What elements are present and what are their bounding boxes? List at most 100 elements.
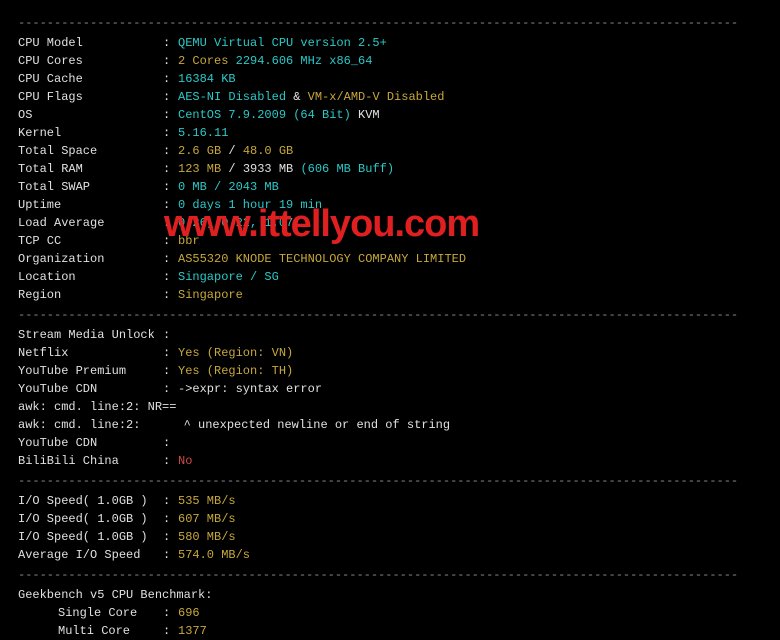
row-label: Total RAM — [18, 160, 163, 178]
row-label: TCP CC — [18, 232, 163, 250]
row-label: Multi Core — [58, 622, 163, 640]
info-row: Kernel: 5.16.11 — [18, 124, 762, 142]
info-row: BiliBili China: No — [18, 452, 762, 470]
info-row: Average I/O Speed: 574.0 MB/s — [18, 546, 762, 564]
info-row: Single Core: 696 — [18, 604, 762, 622]
row-value: 2294.606 MHz x86_64 — [228, 54, 372, 68]
info-row: Total SWAP: 0 MB / 2043 MB — [18, 178, 762, 196]
colon: : — [163, 178, 178, 196]
row-label: Average I/O Speed — [18, 546, 163, 564]
row-value: 0 MB / 2043 MB — [178, 180, 279, 194]
info-row: TCP CC: bbr — [18, 232, 762, 250]
row-value: / — [221, 144, 243, 158]
row-value: 48.0 GB — [243, 144, 293, 158]
row-value: 580 MB/s — [178, 530, 236, 544]
info-row: CPU Model: QEMU Virtual CPU version 2.5+ — [18, 34, 762, 52]
colon: : — [163, 268, 178, 286]
awk-error: awk: cmd. line:2: ^ unexpected newline o… — [18, 416, 762, 434]
colon: : — [163, 344, 178, 362]
row-label: Netflix — [18, 344, 163, 362]
colon: : — [163, 362, 178, 380]
divider: ----------------------------------------… — [18, 14, 762, 32]
row-label: CPU Flags — [18, 88, 163, 106]
colon: : — [163, 70, 178, 88]
row-value: 535 MB/s — [178, 494, 236, 508]
colon: : — [163, 34, 178, 52]
colon: : — [163, 160, 178, 178]
colon: : — [163, 214, 178, 232]
geekbench-header: Geekbench v5 CPU Benchmark: — [18, 586, 762, 604]
colon: : — [163, 546, 178, 564]
colon: : — [163, 434, 178, 452]
row-value: VM-x/AMD-V Disabled — [308, 90, 445, 104]
divider: ----------------------------------------… — [18, 566, 762, 584]
row-label: YouTube CDN — [18, 380, 163, 398]
row-value: QEMU Virtual CPU version 2.5+ — [178, 36, 387, 50]
colon: : — [163, 380, 178, 398]
row-value: 696 — [178, 606, 200, 620]
colon: : — [163, 232, 178, 250]
row-label: Kernel — [18, 124, 163, 142]
row-value: 0 days 1 hour 19 min — [178, 198, 322, 212]
divider: ----------------------------------------… — [18, 472, 762, 490]
row-label: CPU Cores — [18, 52, 163, 70]
row-value: 0.26, 0.22, 1.07 — [178, 216, 293, 230]
info-row: Total RAM: 123 MB / 3933 MB (606 MB Buff… — [18, 160, 762, 178]
row-label: YouTube CDN — [18, 434, 163, 452]
row-label: CPU Model — [18, 34, 163, 52]
row-value: CentOS 7.9.2009 (64 Bit) — [178, 108, 358, 122]
info-row: Region: Singapore — [18, 286, 762, 304]
info-row: Netflix: Yes (Region: VN) — [18, 344, 762, 362]
row-label: I/O Speed( 1.0GB ) — [18, 492, 163, 510]
info-row: Total Space: 2.6 GB / 48.0 GB — [18, 142, 762, 160]
row-label: Stream Media Unlock — [18, 326, 163, 344]
info-row: YouTube Premium: Yes (Region: TH) — [18, 362, 762, 380]
colon: : — [163, 622, 178, 640]
row-label: Uptime — [18, 196, 163, 214]
row-value: KVM — [358, 108, 380, 122]
info-row: Load Average: 0.26, 0.22, 1.07 — [18, 214, 762, 232]
info-row: Organization: AS55320 KNODE TECHNOLOGY C… — [18, 250, 762, 268]
colon: : — [163, 196, 178, 214]
colon: : — [163, 492, 178, 510]
colon: : — [163, 88, 178, 106]
row-label: Load Average — [18, 214, 163, 232]
colon: : — [163, 52, 178, 70]
row-label: Total SWAP — [18, 178, 163, 196]
row-value: ->expr: syntax error — [178, 382, 322, 396]
row-label: Total Space — [18, 142, 163, 160]
colon: : — [163, 106, 178, 124]
row-label: Organization — [18, 250, 163, 268]
colon: : — [163, 452, 178, 470]
row-value: 123 MB — [178, 162, 221, 176]
row-label: YouTube Premium — [18, 362, 163, 380]
row-value: / 3933 MB — [221, 162, 300, 176]
colon: : — [163, 326, 178, 344]
row-value: bbr — [178, 234, 200, 248]
row-label: I/O Speed( 1.0GB ) — [18, 528, 163, 546]
row-value: AES-NI Disabled — [178, 90, 286, 104]
row-value: Singapore / SG — [178, 270, 279, 284]
row-label: Location — [18, 268, 163, 286]
row-label: OS — [18, 106, 163, 124]
row-label: CPU Cache — [18, 70, 163, 88]
info-row: Uptime: 0 days 1 hour 19 min — [18, 196, 762, 214]
row-label: Region — [18, 286, 163, 304]
info-row: I/O Speed( 1.0GB ): 580 MB/s — [18, 528, 762, 546]
colon: : — [163, 286, 178, 304]
info-row: YouTube CDN: — [18, 434, 762, 452]
row-value: 2 Cores — [178, 54, 228, 68]
row-value: 2.6 GB — [178, 144, 221, 158]
colon: : — [163, 124, 178, 142]
info-row: CPU Cache: 16384 KB — [18, 70, 762, 88]
terminal-output: ----------------------------------------… — [18, 14, 762, 640]
row-value: Yes (Region: TH) — [178, 364, 293, 378]
info-row: OS: CentOS 7.9.2009 (64 Bit) KVM — [18, 106, 762, 124]
divider: ----------------------------------------… — [18, 306, 762, 324]
colon: : — [163, 142, 178, 160]
row-value: Singapore — [178, 288, 243, 302]
row-label: Single Core — [58, 604, 163, 622]
row-value: & — [286, 90, 308, 104]
row-value: AS55320 KNODE TECHNOLOGY COMPANY LIMITED — [178, 252, 466, 266]
info-row: YouTube CDN: ->expr: syntax error — [18, 380, 762, 398]
